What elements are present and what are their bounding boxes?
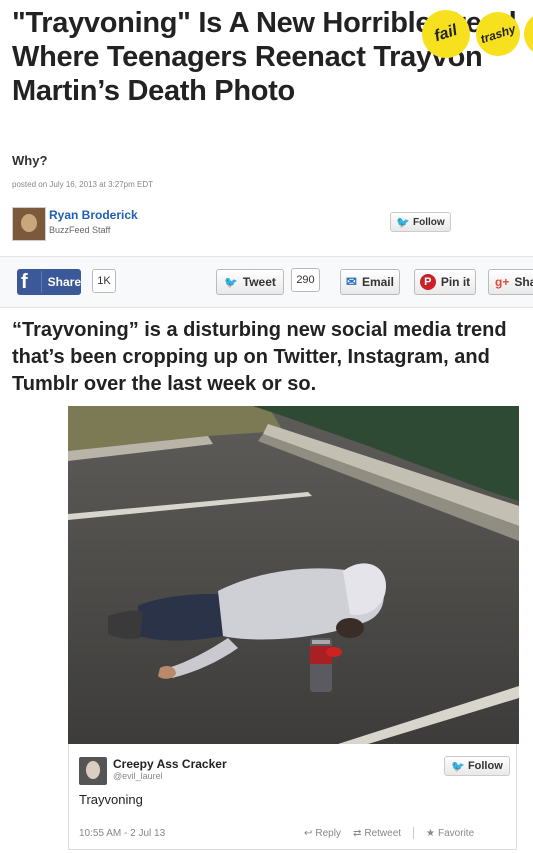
tweet-timestamp[interactable]: 10:55 AM - 2 Jul 13 xyxy=(79,828,165,839)
pin-label: Pin it xyxy=(440,275,471,289)
tweet-text: Trayvoning xyxy=(79,792,143,807)
email-button[interactable]: ✉ Email xyxy=(340,269,400,295)
share-bar: f Share 1K 🐦 Tweet 290 ✉ Email P Pin it … xyxy=(0,256,533,308)
embedded-tweet-card: Creepy Ass Cracker @evil_laurel 🐦 Follow… xyxy=(68,744,517,850)
author-name-link[interactable]: Ryan Broderick xyxy=(49,208,138,222)
favorite-action[interactable]: ★ Favorite xyxy=(426,827,474,839)
posted-timestamp: posted on July 16, 2013 at 3:27pm EDT xyxy=(12,180,153,189)
article-subtitle: Why? xyxy=(12,153,48,168)
trashy-badge[interactable]: trashy xyxy=(470,6,526,62)
favorite-label: Favorite xyxy=(438,827,475,839)
author-role: BuzzFeed Staff xyxy=(49,225,111,235)
lede-line: “Trayvoning” is a disturbing new social … xyxy=(12,319,507,341)
facebook-share-label: Share xyxy=(47,275,81,289)
facebook-share-button[interactable]: f Share xyxy=(17,269,81,295)
google-plus-icon: g+ xyxy=(495,275,510,289)
tweet-actions: ↩ Reply ⇄ Retweet ★ Favorite xyxy=(304,827,474,839)
tweet-author-handle[interactable]: @evil_laurel xyxy=(113,771,163,781)
reply-icon: ↩ xyxy=(304,827,313,839)
extra-badge[interactable]: ⚡ xyxy=(518,6,533,62)
twitter-bird-icon: 🐦 xyxy=(451,760,465,773)
follow-label: Follow xyxy=(413,216,445,228)
article-lede: “Trayvoning” is a disturbing new social … xyxy=(12,317,533,398)
pin-it-button[interactable]: P Pin it xyxy=(414,269,476,295)
twitter-bird-icon: 🐦 xyxy=(224,276,238,289)
action-divider xyxy=(413,827,415,839)
tweet-author-name[interactable]: Creepy Ass Cracker xyxy=(113,757,227,771)
reply-label: Reply xyxy=(315,827,341,839)
author-follow-button[interactable]: 🐦 Follow xyxy=(390,212,451,232)
gplus-label: Sha xyxy=(514,275,533,289)
twitter-bird-icon: 🐦 xyxy=(396,216,411,229)
reply-action[interactable]: ↩ Reply xyxy=(304,827,341,839)
facebook-icon: f xyxy=(21,271,42,293)
facebook-share-count: 1K xyxy=(92,269,116,293)
tweet-avatar[interactable] xyxy=(79,757,107,785)
photo-illustration xyxy=(68,406,519,744)
tweet-follow-label: Follow xyxy=(467,760,503,772)
retweet-label: Retweet xyxy=(364,827,402,839)
author-avatar[interactable] xyxy=(12,207,46,241)
tweet-label: Tweet xyxy=(242,275,276,289)
retweet-action[interactable]: ⇄ Retweet xyxy=(353,827,401,839)
tweet-follow-button[interactable]: 🐦 Follow xyxy=(444,756,510,776)
google-plus-share-button[interactable]: g+ Sha xyxy=(488,269,533,295)
retweet-icon: ⇄ xyxy=(352,827,362,839)
fail-badge[interactable]: fail xyxy=(420,4,477,64)
embedded-tweet-photo[interactable] xyxy=(68,406,519,744)
star-icon: ★ xyxy=(426,827,436,839)
lede-line: that’s been cropping up on Twitter, Inst… xyxy=(12,346,490,368)
tweet-button[interactable]: 🐦 Tweet xyxy=(216,269,284,295)
email-label: Email xyxy=(361,275,394,289)
lede-line: Tumblr over the last week or so. xyxy=(12,373,317,395)
pinterest-icon: P xyxy=(419,274,436,290)
envelope-icon: ✉ xyxy=(346,274,357,289)
badge-group: fail trashy ⚡ xyxy=(420,4,533,64)
author-byline: Ryan Broderick BuzzFeed Staff 🐦 Follow xyxy=(12,205,532,241)
tweet-count: 290 xyxy=(291,268,320,292)
